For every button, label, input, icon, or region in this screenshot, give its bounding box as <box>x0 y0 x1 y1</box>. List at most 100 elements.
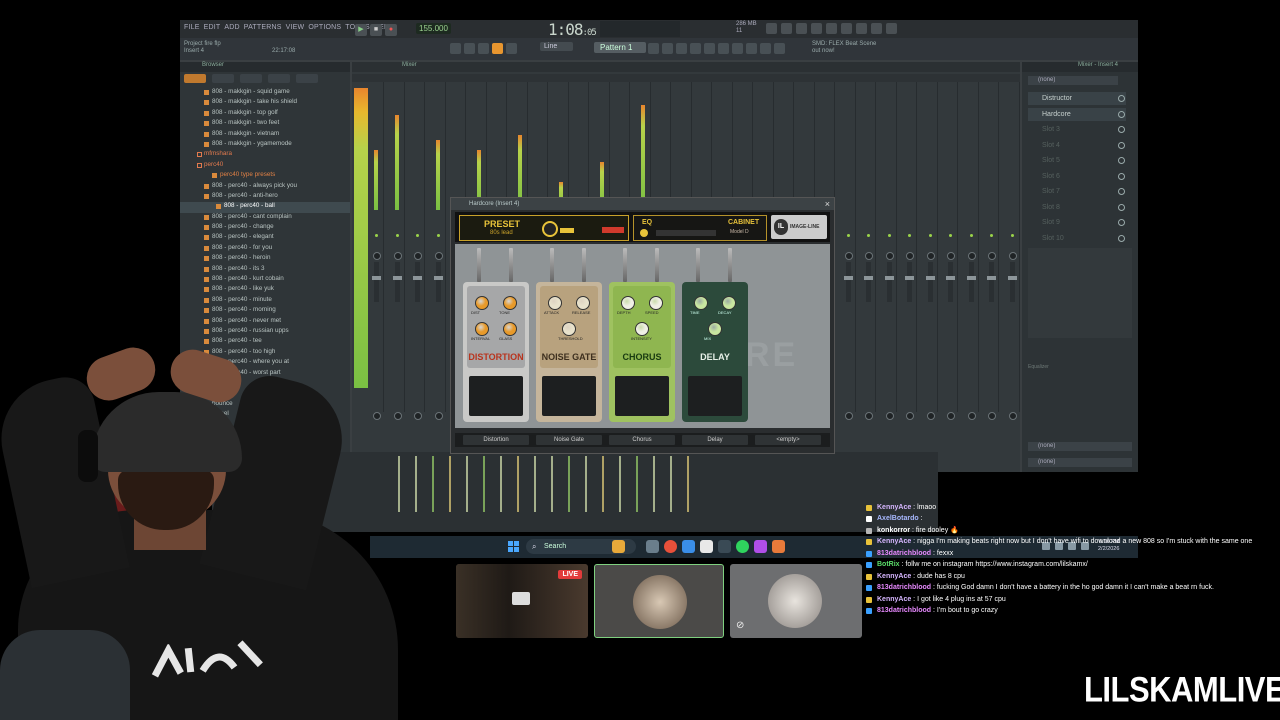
pedal-knob[interactable] <box>562 322 576 336</box>
volume-fader[interactable] <box>372 262 381 302</box>
browser-file[interactable]: 808 - perc40 - always pick you <box>180 182 350 192</box>
touch-icon[interactable] <box>746 43 757 54</box>
send-knob[interactable] <box>885 412 894 420</box>
chat-username[interactable]: KennyAce <box>877 573 911 580</box>
browser-file[interactable]: 808 - perc40 - anti-hero <box>180 192 350 202</box>
slot-enable-icon[interactable] <box>1118 141 1125 149</box>
browser-file[interactable]: 808 - makkgin - squid game <box>180 88 350 98</box>
mute-led[interactable] <box>949 234 952 237</box>
taskbar-app-icon[interactable] <box>754 540 767 553</box>
send-knob[interactable] <box>926 412 935 420</box>
browser-tab-plugins[interactable] <box>240 74 262 83</box>
stream-thumbnail-2[interactable] <box>594 564 724 638</box>
slot-enable-icon[interactable] <box>1118 188 1125 195</box>
help-icon[interactable] <box>826 23 837 34</box>
send-knob[interactable] <box>844 412 853 420</box>
send-knob[interactable] <box>865 412 873 420</box>
chat-username[interactable]: KennyAce <box>877 538 911 545</box>
chat-username[interactable]: 813datrichblood <box>877 584 931 591</box>
slot-enable-icon[interactable] <box>1118 172 1125 180</box>
piano-note[interactable] <box>483 456 485 512</box>
send-knob[interactable] <box>967 412 976 420</box>
tempo-display[interactable]: 155.000 <box>416 23 451 34</box>
chat-username[interactable]: konkorror <box>877 527 910 534</box>
piano-note[interactable] <box>449 456 451 512</box>
pedal-footswitch[interactable] <box>469 376 523 416</box>
chat-username[interactable]: 813datrichblood <box>877 550 931 557</box>
mixer-icon[interactable] <box>766 23 777 34</box>
insert-route-select[interactable]: (none) <box>1028 76 1118 85</box>
piano-note[interactable] <box>602 456 604 512</box>
piano-note[interactable] <box>653 456 655 512</box>
pan-knob[interactable] <box>926 252 935 260</box>
close-icon[interactable]: × <box>825 198 830 210</box>
pan-knob[interactable] <box>865 252 873 260</box>
piano-note[interactable] <box>636 456 638 512</box>
playlist-view-icon[interactable] <box>662 43 673 54</box>
mute-led[interactable] <box>375 234 378 237</box>
browser-file[interactable]: 808 - perc40 - kurt cobain <box>180 275 350 285</box>
piano-note[interactable] <box>585 456 587 512</box>
fl-studio-icon[interactable] <box>772 540 785 553</box>
send-knob[interactable] <box>1008 412 1017 420</box>
save-icon[interactable] <box>856 23 867 34</box>
pan-knob[interactable] <box>434 252 443 260</box>
chat-username[interactable]: KennyAce <box>877 596 911 603</box>
insert-slot[interactable]: Slot 8 <box>1028 201 1126 214</box>
pedal-knob[interactable] <box>649 296 663 310</box>
pedal-distortion[interactable]: DIST TONE INTERVAL GLASS DISTORTION <box>463 282 529 422</box>
piano-note[interactable] <box>568 456 570 512</box>
mute-led[interactable] <box>969 234 973 237</box>
insert-slot[interactable]: Slot 3 <box>1028 123 1126 136</box>
mixer-view-icon[interactable] <box>690 43 701 54</box>
stamp-icon[interactable] <box>506 43 517 54</box>
mute-led[interactable] <box>416 234 419 237</box>
eq-label[interactable]: EQ <box>642 219 652 226</box>
snap-select[interactable]: Line <box>540 42 574 51</box>
pedal-slot-select[interactable]: <empty> <box>755 435 821 445</box>
pedal-knob[interactable] <box>475 322 489 336</box>
piano-note[interactable] <box>619 456 621 512</box>
draw-tool-icon[interactable] <box>478 43 489 54</box>
piano-note[interactable] <box>415 456 417 512</box>
volume-fader[interactable] <box>905 262 914 302</box>
pedal-footswitch[interactable] <box>688 376 742 416</box>
send-knob[interactable] <box>434 412 443 420</box>
volume-fader[interactable] <box>413 262 422 302</box>
send-knob[interactable] <box>906 412 914 420</box>
insert-slot[interactable]: Slot 7 <box>1028 185 1126 198</box>
browser-file[interactable]: 808 - perc40 - ball <box>180 202 350 213</box>
pedal-knob[interactable] <box>576 296 590 310</box>
browser-file[interactable]: 808 - makkgin - vietnam <box>180 130 350 140</box>
browser-folder[interactable]: mfmshara <box>180 150 350 160</box>
slot-enable-icon[interactable] <box>1118 95 1125 102</box>
pattern-select[interactable]: Pattern 1 <box>594 42 647 53</box>
mute-led[interactable] <box>990 234 993 237</box>
taskbar-app-icon[interactable] <box>682 540 695 553</box>
browser-file[interactable]: 808 - perc40 - cant complain <box>180 213 350 223</box>
chat-username[interactable]: AxelBotardo <box>877 515 919 522</box>
menu-item[interactable]: OPTIONS <box>308 24 341 31</box>
volume-fader[interactable] <box>946 262 955 302</box>
cable-icon[interactable] <box>760 43 771 54</box>
piano-view-icon[interactable] <box>676 43 687 54</box>
cabinet-model[interactable]: Model D <box>730 229 749 235</box>
piano-note[interactable] <box>670 456 672 512</box>
menu-item[interactable]: ADD <box>224 24 239 31</box>
browser-tab-all[interactable] <box>184 74 206 83</box>
send-knob[interactable] <box>988 412 996 420</box>
pedal-slot-select[interactable]: Chorus <box>609 435 675 445</box>
preset-panel[interactable]: PRESET 80s lead <box>459 215 629 241</box>
slot-enable-icon[interactable] <box>1118 126 1125 133</box>
browser-file[interactable]: 808 - perc40 - for you <box>180 244 350 254</box>
pedal-chorus[interactable]: DEPTH SPEED INTENSITY CHORUS <box>609 282 675 422</box>
piano-note[interactable] <box>534 456 536 512</box>
mute-led[interactable] <box>1010 234 1014 237</box>
volume-fader[interactable] <box>925 262 935 302</box>
slot-enable-icon[interactable] <box>1118 110 1125 118</box>
browser-tab-settings[interactable] <box>296 74 318 83</box>
insert-slot[interactable]: Slot 5 <box>1028 154 1126 167</box>
insert-slot[interactable]: Slot 10 <box>1028 232 1126 245</box>
paint-tool-icon[interactable] <box>464 43 475 54</box>
slot-enable-icon[interactable] <box>1118 219 1125 226</box>
